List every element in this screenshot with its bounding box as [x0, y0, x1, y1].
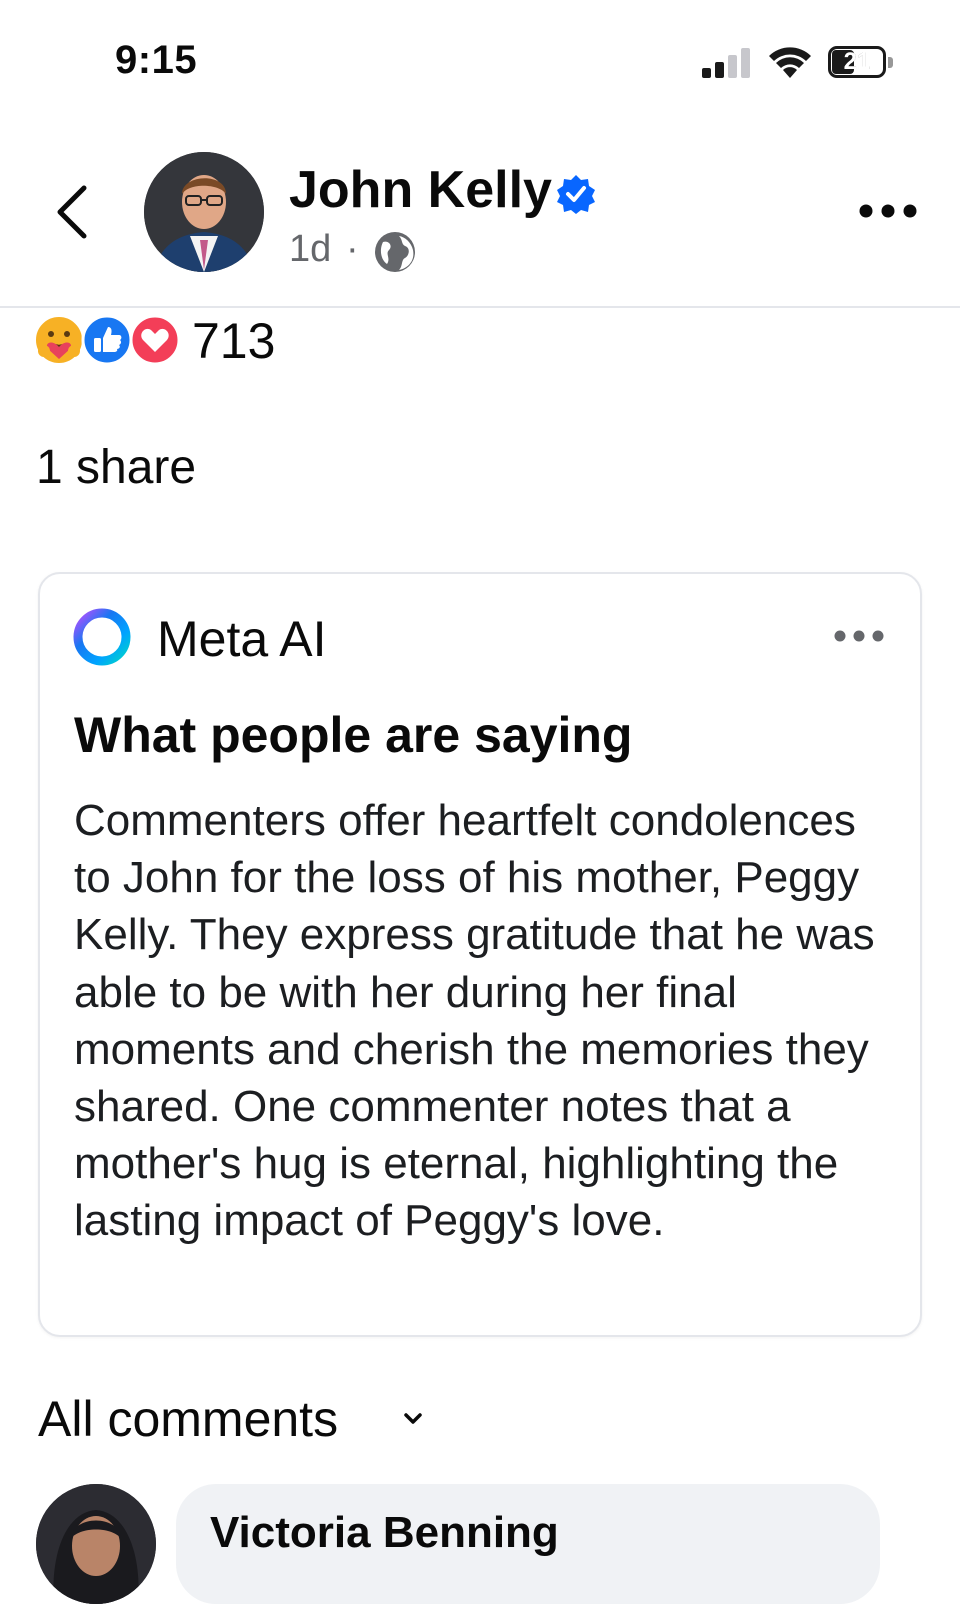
battery-level: 21 — [843, 48, 871, 75]
more-horizontal-icon[interactable] — [856, 196, 920, 226]
commenter-name[interactable]: Victoria Benning — [210, 1508, 559, 1558]
summary-title: What people are saying — [74, 707, 633, 763]
status-time: 9:15 — [115, 38, 198, 82]
header-divider — [0, 306, 960, 308]
post-timestamp: 1d — [289, 228, 332, 270]
meta-separator: · — [346, 228, 359, 270]
back-chevron-icon[interactable] — [52, 182, 92, 242]
battery-icon: 21 — [828, 46, 894, 80]
cellular-signal-icon — [702, 48, 750, 78]
care-reaction-icon — [34, 315, 84, 365]
author-name[interactable]: John Kelly — [289, 160, 552, 220]
author-avatar[interactable] — [144, 152, 264, 272]
share-count[interactable]: 1 share — [36, 440, 196, 495]
comments-filter-dropdown[interactable]: All comments — [38, 1390, 338, 1448]
verified-badge-icon — [557, 175, 595, 214]
summary-text: Commenters offer heartfelt condolences t… — [74, 796, 875, 1246]
commenter-avatar[interactable] — [36, 1484, 156, 1604]
globe-icon — [375, 232, 415, 272]
meta-ai-ring-icon — [73, 608, 131, 666]
wifi-icon — [769, 47, 811, 78]
reaction-icons[interactable] — [34, 314, 184, 366]
reaction-count[interactable]: 713 — [192, 312, 275, 370]
like-reaction-icon — [81, 314, 133, 366]
love-reaction-icon — [129, 314, 181, 366]
meta-ai-label: Meta AI — [157, 611, 327, 667]
more-horizontal-icon[interactable] — [832, 624, 886, 648]
chevron-down-icon[interactable] — [402, 1408, 424, 1430]
